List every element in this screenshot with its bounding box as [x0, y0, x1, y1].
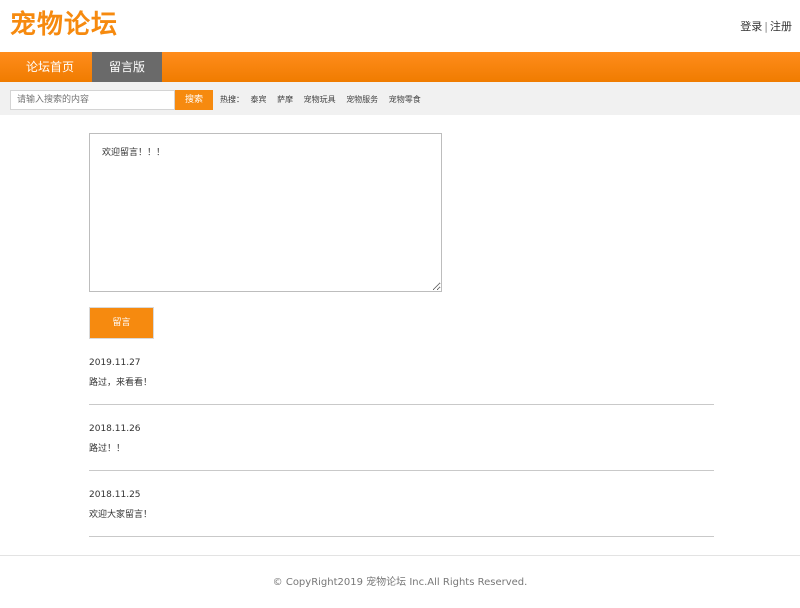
search-input[interactable]	[10, 90, 175, 110]
hot-search-link[interactable]: 宠物零食	[389, 95, 421, 104]
hot-search-link[interactable]: 泰宾	[251, 95, 267, 104]
post-text: 欢迎大家留言！	[89, 510, 153, 520]
hot-searches: 热搜： 泰宾 萨摩 宠物玩具 宠物服务 宠物零食	[220, 94, 429, 106]
list-item: 2018.11.25 欢迎大家留言！	[89, 489, 714, 537]
post-text: 路过，来看看！	[89, 378, 153, 388]
post-date: 2018.11.26	[89, 424, 141, 434]
hot-search-link[interactable]: 宠物服务	[346, 95, 378, 104]
hot-search-label: 热搜：	[220, 95, 244, 104]
copyright-text: © CopyRight2019 宠物论坛 Inc.All Rights Rese…	[272, 577, 528, 588]
footer: © CopyRight2019 宠物论坛 Inc.All Rights Rese…	[0, 555, 800, 608]
nav-item-home[interactable]: 论坛首页	[10, 52, 90, 82]
header: 宠物论坛 登录 | 注册	[0, 0, 800, 52]
post-text: 路过！！	[89, 444, 126, 454]
list-item: 2019.11.27 路过，来看看！	[89, 357, 714, 405]
post-date: 2019.11.27	[89, 358, 141, 368]
nav-item-message-board[interactable]: 留言版	[92, 52, 162, 82]
hot-search-link[interactable]: 萨摩	[277, 95, 293, 104]
site-logo[interactable]: 宠物论坛	[10, 9, 118, 41]
hot-search-link[interactable]: 宠物玩具	[304, 95, 336, 104]
main-nav: 论坛首页 留言版	[0, 52, 800, 82]
submit-message-button[interactable]: 留言	[89, 307, 154, 339]
register-link[interactable]: 注册	[770, 20, 792, 33]
post-date: 2018.11.25	[89, 490, 141, 500]
search-button[interactable]: 搜索	[175, 90, 213, 110]
auth-separator: |	[764, 20, 768, 33]
list-item: 2018.11.26 路过！！	[89, 423, 714, 471]
login-link[interactable]: 登录	[740, 20, 762, 33]
message-textarea[interactable]	[89, 133, 442, 292]
search-bar: 搜索 热搜： 泰宾 萨摩 宠物玩具 宠物服务 宠物零食	[0, 82, 800, 115]
auth-links: 登录 | 注册	[740, 20, 792, 34]
